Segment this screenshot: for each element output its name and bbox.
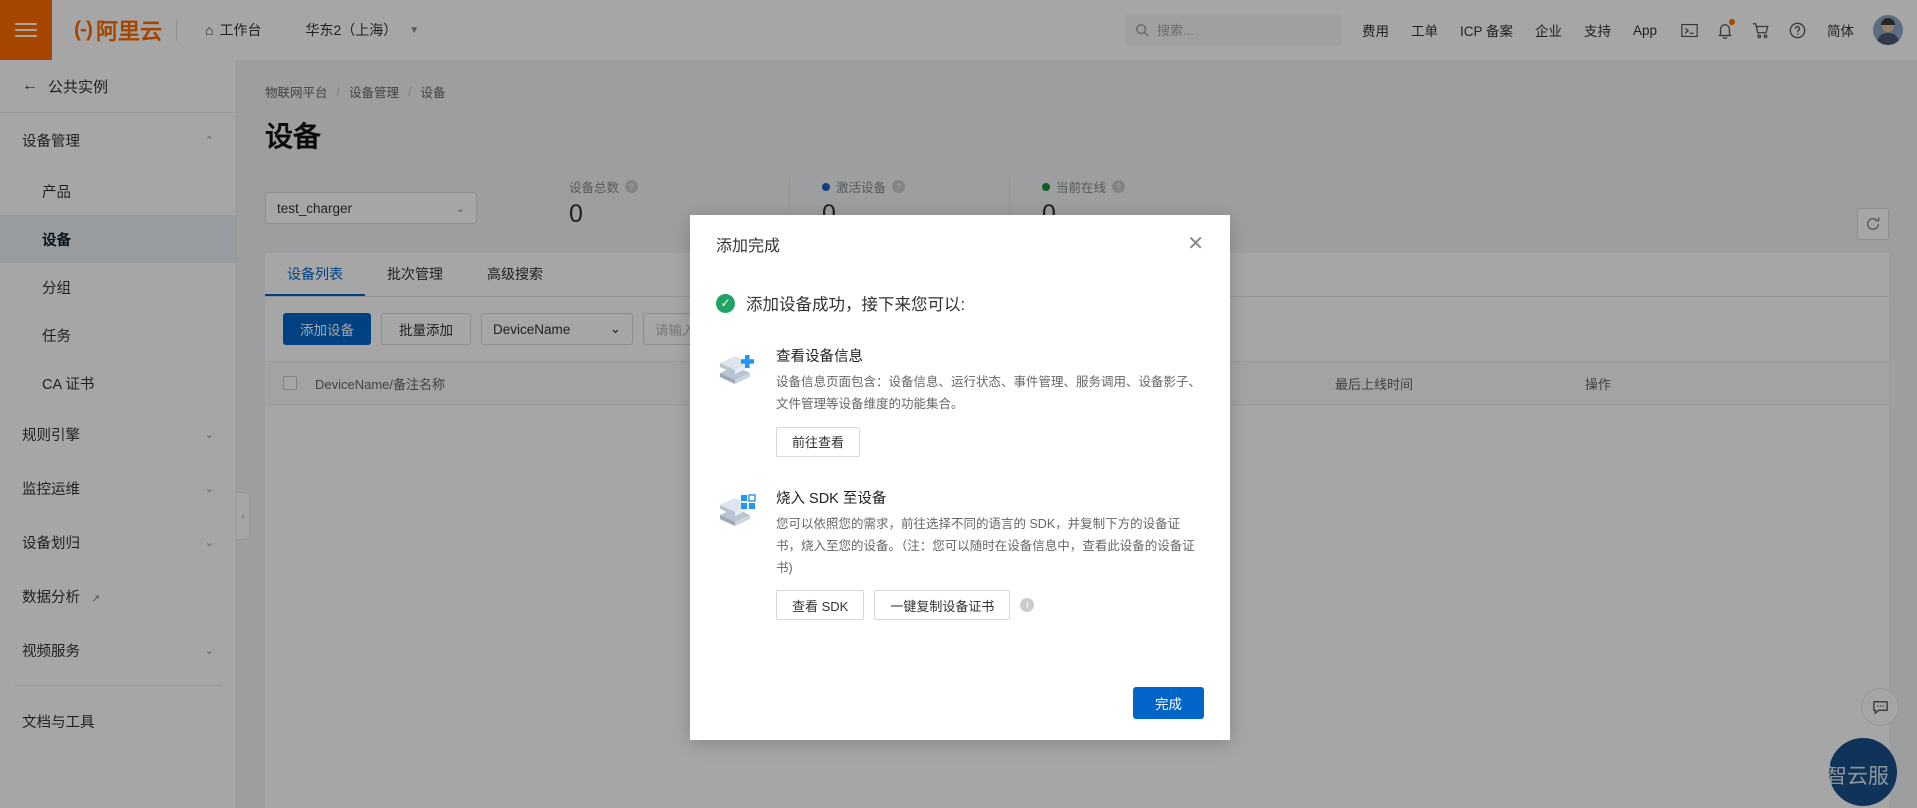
- modal-footer: 完成: [690, 666, 1230, 740]
- option-body: 查看设备信息 设备信息页面包含：设备信息、运行状态、事件管理、服务调用、设备影子…: [776, 345, 1204, 457]
- info-icon[interactable]: i: [1020, 598, 1035, 613]
- option-buttons: 前往查看: [776, 426, 1204, 457]
- option-title: 查看设备信息: [776, 349, 863, 365]
- option-description: 设备信息页面包含：设备信息、运行状态、事件管理、服务调用、设备影子、文件管理等设…: [776, 375, 1202, 411]
- device-info-icon: [716, 345, 760, 457]
- option-view-device-info: 查看设备信息 设备信息页面包含：设备信息、运行状态、事件管理、服务调用、设备影子…: [716, 345, 1204, 457]
- confirm-button[interactable]: 完成: [1133, 687, 1204, 719]
- success-text: 添加设备成功，接下来您可以:: [746, 296, 966, 314]
- modal-header: 添加完成 ✕: [690, 215, 1230, 273]
- check-circle-icon: ✓: [716, 293, 735, 313]
- option-burn-sdk: 烧入 SDK 至设备 您可以依照您的需求，前往选择不同的语言的 SDK，并复制下…: [716, 487, 1204, 621]
- confirm-label: 完成: [1155, 697, 1182, 712]
- success-message: ✓ 添加设备成功，接下来您可以:: [716, 291, 1204, 315]
- option-buttons: 查看 SDK 一键复制设备证书 i: [776, 590, 1204, 621]
- button-label: 前往查看: [792, 435, 845, 451]
- modal-body: ✓ 添加设备成功，接下来您可以: 查看设备信息 设备信息页面包含：设备信息、运行…: [690, 273, 1230, 666]
- option-description: 您可以依照您的需求，前往选择不同的语言的 SDK，并复制下方的设备证书，烧入至您…: [776, 516, 1195, 575]
- modal-title: 添加完成: [716, 238, 781, 255]
- add-complete-modal: 添加完成 ✕ ✓ 添加设备成功，接下来您可以: 查看设备信息 设备信息页面包含：…: [690, 215, 1230, 740]
- button-label: 查看 SDK: [792, 598, 849, 614]
- copy-device-certificate-button[interactable]: 一键复制设备证书: [874, 590, 1011, 621]
- button-label: 一键复制设备证书: [890, 598, 995, 614]
- option-title: 烧入 SDK 至设备: [776, 490, 887, 507]
- view-sdk-button[interactable]: 查看 SDK: [776, 590, 865, 621]
- option-body: 烧入 SDK 至设备 您可以依照您的需求，前往选择不同的语言的 SDK，并复制下…: [776, 487, 1204, 621]
- close-icon[interactable]: ✕: [1187, 234, 1204, 254]
- app-root: (-) 阿里云 ⌂ 工作台 华东2（上海） ▼ 费用 工单 ICP 备案 企业: [0, 0, 1917, 808]
- go-to-view-button[interactable]: 前往查看: [776, 426, 861, 457]
- sdk-burn-icon: [716, 487, 760, 621]
